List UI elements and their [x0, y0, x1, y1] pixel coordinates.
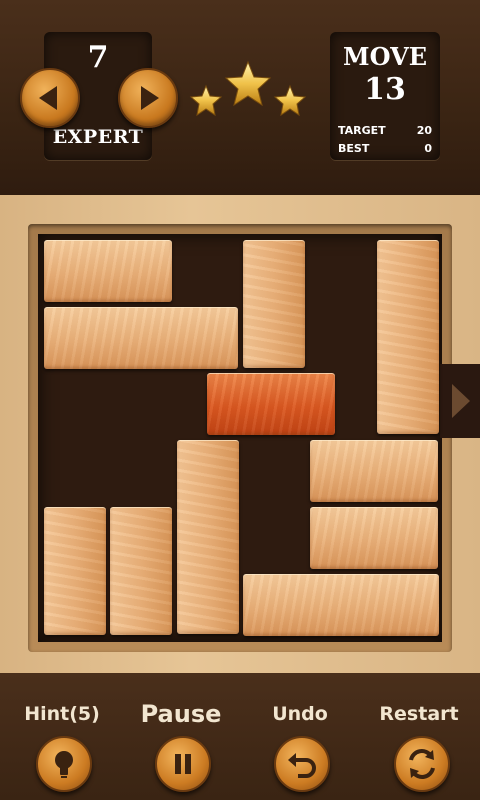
pause-label: Pause	[140, 700, 222, 728]
arrow-right-icon	[141, 86, 159, 110]
wood-block-vertical[interactable]	[377, 240, 439, 434]
star-icon	[273, 84, 307, 117]
wood-block-vertical[interactable]	[110, 507, 172, 635]
wood-block-vertical[interactable]	[44, 507, 106, 635]
next-level-button[interactable]	[118, 68, 178, 128]
restart-icon	[409, 749, 435, 779]
best-value: 0	[424, 142, 432, 155]
undo-button[interactable]	[274, 736, 330, 792]
star-icon	[189, 84, 223, 117]
lightbulb-icon	[55, 751, 73, 778]
restart-button[interactable]	[394, 736, 450, 792]
level-difficulty: EXPERT	[52, 126, 144, 148]
move-count: 13	[364, 72, 406, 107]
best-label: BEST	[338, 142, 370, 155]
arrow-left-icon	[39, 86, 57, 110]
move-label: MOVE	[343, 42, 427, 71]
exit-arrow-icon	[452, 384, 470, 418]
hint-button[interactable]	[36, 736, 92, 792]
wood-block-horizontal[interactable]	[44, 240, 172, 302]
previous-level-button[interactable]	[20, 68, 80, 128]
wood-block-horizontal[interactable]	[310, 507, 438, 569]
target-block[interactable]	[207, 373, 335, 435]
star-icon	[224, 60, 272, 107]
undo-icon	[288, 753, 316, 778]
star-rating	[189, 60, 307, 117]
pause-button[interactable]	[155, 736, 211, 792]
target-label: TARGET	[338, 124, 386, 137]
wood-block-vertical[interactable]	[243, 240, 305, 368]
pause-icon	[175, 754, 191, 774]
wood-block-horizontal[interactable]	[243, 574, 439, 636]
hint-label: Hint(5)	[24, 703, 100, 725]
target-value: 20	[416, 124, 432, 137]
restart-label: Restart	[379, 703, 459, 725]
wood-block-horizontal[interactable]	[310, 440, 438, 502]
wood-block-horizontal[interactable]	[44, 307, 238, 369]
undo-label: Undo	[272, 703, 328, 725]
wood-block-vertical[interactable]	[177, 440, 239, 634]
